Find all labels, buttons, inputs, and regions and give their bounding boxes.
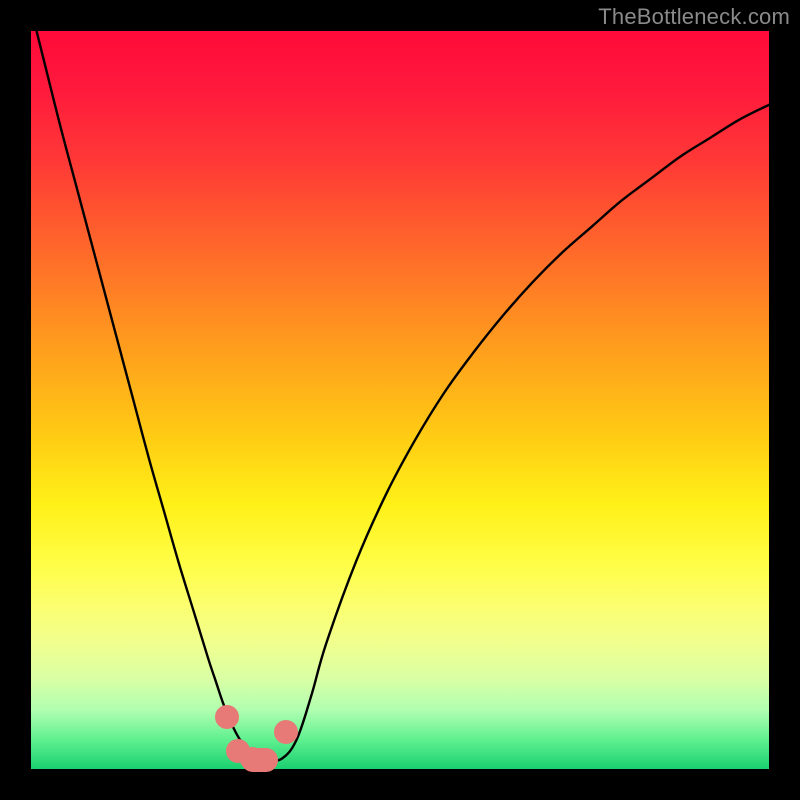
chart-outer-frame: TheBottleneck.com (0, 0, 800, 800)
watermark-text: TheBottleneck.com (598, 4, 790, 30)
curve-marker-pill (241, 748, 278, 772)
curve-marker-dot (215, 705, 239, 729)
curve-marker-dot (274, 720, 298, 744)
chart-plot-area (31, 31, 769, 769)
